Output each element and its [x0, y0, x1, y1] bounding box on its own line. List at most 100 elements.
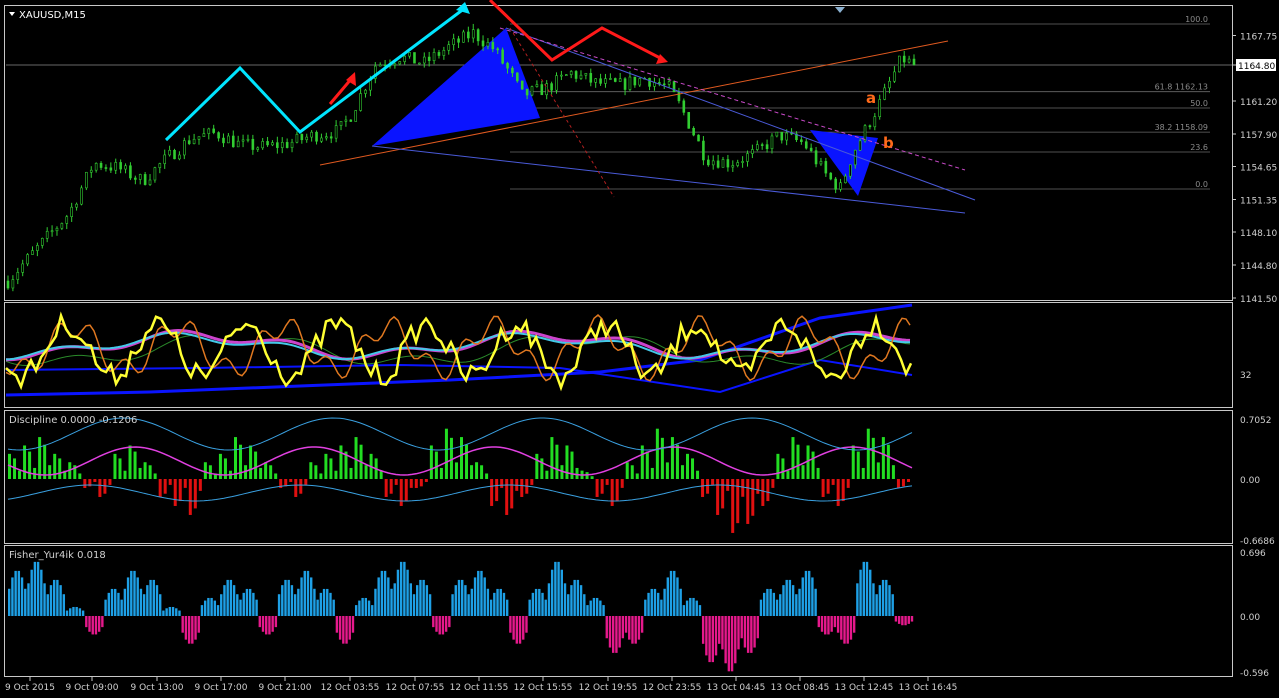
fisher-bar: [875, 594, 878, 616]
discipline-bar: [575, 467, 579, 479]
discipline-bar: [490, 479, 494, 506]
fisher-bar: [522, 616, 525, 640]
fisher-bar: [865, 561, 869, 616]
fisher-bar: [656, 592, 660, 616]
fisher-bar: [743, 616, 747, 648]
discipline-bar: [625, 462, 629, 479]
discipline-bar: [289, 479, 293, 482]
candle-body: [21, 263, 24, 273]
fisher-bar: [261, 616, 265, 632]
discipline-bar: [113, 453, 117, 479]
fisher-bar: [663, 588, 666, 616]
fisher-bar: [698, 605, 702, 616]
fisher-bar: [88, 616, 91, 632]
discipline-bar: [138, 467, 142, 479]
fisher-bar: [358, 600, 361, 616]
candle-body: [677, 91, 681, 102]
fisher-bar: [843, 616, 846, 644]
discipline-bar: [665, 462, 669, 479]
fisher-bar: [737, 616, 740, 650]
fisher-bar: [679, 588, 682, 616]
candle-body: [36, 245, 39, 251]
discipline-bar: [545, 470, 549, 479]
candle-body: [579, 74, 583, 79]
candle-body: [138, 174, 142, 180]
candle-body: [716, 160, 720, 168]
fisher-bar: [721, 616, 724, 650]
candle-body: [295, 134, 299, 143]
candle-body: [359, 93, 362, 111]
discipline-bar: [741, 479, 745, 497]
fisher-bar: [570, 585, 573, 616]
price-tick-label: 1154.65: [1240, 164, 1277, 174]
fisher-bar: [682, 605, 686, 616]
fisher-bar: [489, 599, 493, 616]
discipline-bar: [620, 479, 624, 488]
fisher-bar: [406, 569, 409, 616]
fisher-bar: [210, 597, 213, 616]
fisher-tick-label: -0.596: [1240, 669, 1269, 679]
discipline-bar: [143, 462, 147, 479]
candle-body: [94, 162, 98, 171]
discipline-bar: [404, 479, 408, 502]
candle-body: [471, 29, 475, 39]
fisher-bar: [782, 585, 785, 616]
discipline-bar: [771, 479, 775, 488]
fisher-bar: [393, 583, 396, 616]
discipline-bar: [886, 444, 890, 479]
fisher-bar: [650, 588, 653, 616]
candle-body: [173, 149, 176, 160]
candle-body: [682, 100, 686, 113]
chart-canvas: 100.0 61.8 1162.13 50.0 38.2 1158.09 23.6 0.0…: [0, 0, 1279, 694]
fisher-bar: [817, 616, 821, 628]
fisher-bar: [563, 583, 567, 616]
candle-body: [898, 55, 901, 73]
candle-body: [231, 135, 235, 148]
discipline-bar: [721, 479, 725, 509]
candle-body: [755, 144, 759, 150]
candle-body: [437, 52, 441, 56]
discipline-bar: [203, 462, 207, 479]
candle-body: [819, 161, 823, 165]
candle-body: [80, 187, 83, 205]
fisher-bar: [322, 588, 326, 616]
discipline-bar: [324, 453, 328, 479]
discipline-bar: [168, 479, 172, 485]
fisher-bar: [399, 561, 403, 616]
candle-body: [638, 78, 642, 86]
candle-body: [648, 77, 651, 87]
discipline-bar: [896, 479, 900, 488]
discipline-bar: [399, 479, 403, 506]
candle-body: [599, 78, 602, 84]
fisher-bar: [505, 599, 509, 616]
candle-body: [496, 48, 500, 51]
candle-body: [775, 131, 779, 137]
candle-body: [491, 42, 495, 50]
discipline-bar: [329, 458, 333, 479]
fisher-bar: [798, 588, 801, 616]
discipline-bar: [43, 444, 47, 479]
price-tick-label: 1157.90: [1240, 131, 1277, 141]
candle-body: [623, 78, 627, 90]
time-tick-label: 13 Oct 08:45: [771, 683, 830, 693]
fisher-bar: [595, 597, 599, 616]
fisher-bar: [891, 594, 894, 616]
fisher-bar: [473, 577, 477, 616]
discipline-bar: [158, 479, 162, 497]
price-tick-label: 1148.10: [1240, 229, 1277, 239]
candle-body: [178, 154, 181, 160]
fisher-bar: [75, 606, 78, 616]
discipline-bar: [570, 451, 574, 479]
candle-body: [628, 76, 632, 90]
fisher-bar: [187, 616, 191, 644]
candle-body: [276, 142, 279, 148]
discipline-bar: [610, 479, 614, 506]
candle-body: [315, 131, 318, 142]
fisher-bar: [46, 594, 49, 616]
price-tick-label: 1144.80: [1240, 262, 1277, 272]
fisher-bar: [701, 616, 705, 644]
price-tick-label: 1141.50: [1240, 295, 1277, 305]
discipline-bar: [178, 479, 182, 502]
fisher-bar: [547, 583, 551, 616]
candle-body: [770, 135, 774, 150]
